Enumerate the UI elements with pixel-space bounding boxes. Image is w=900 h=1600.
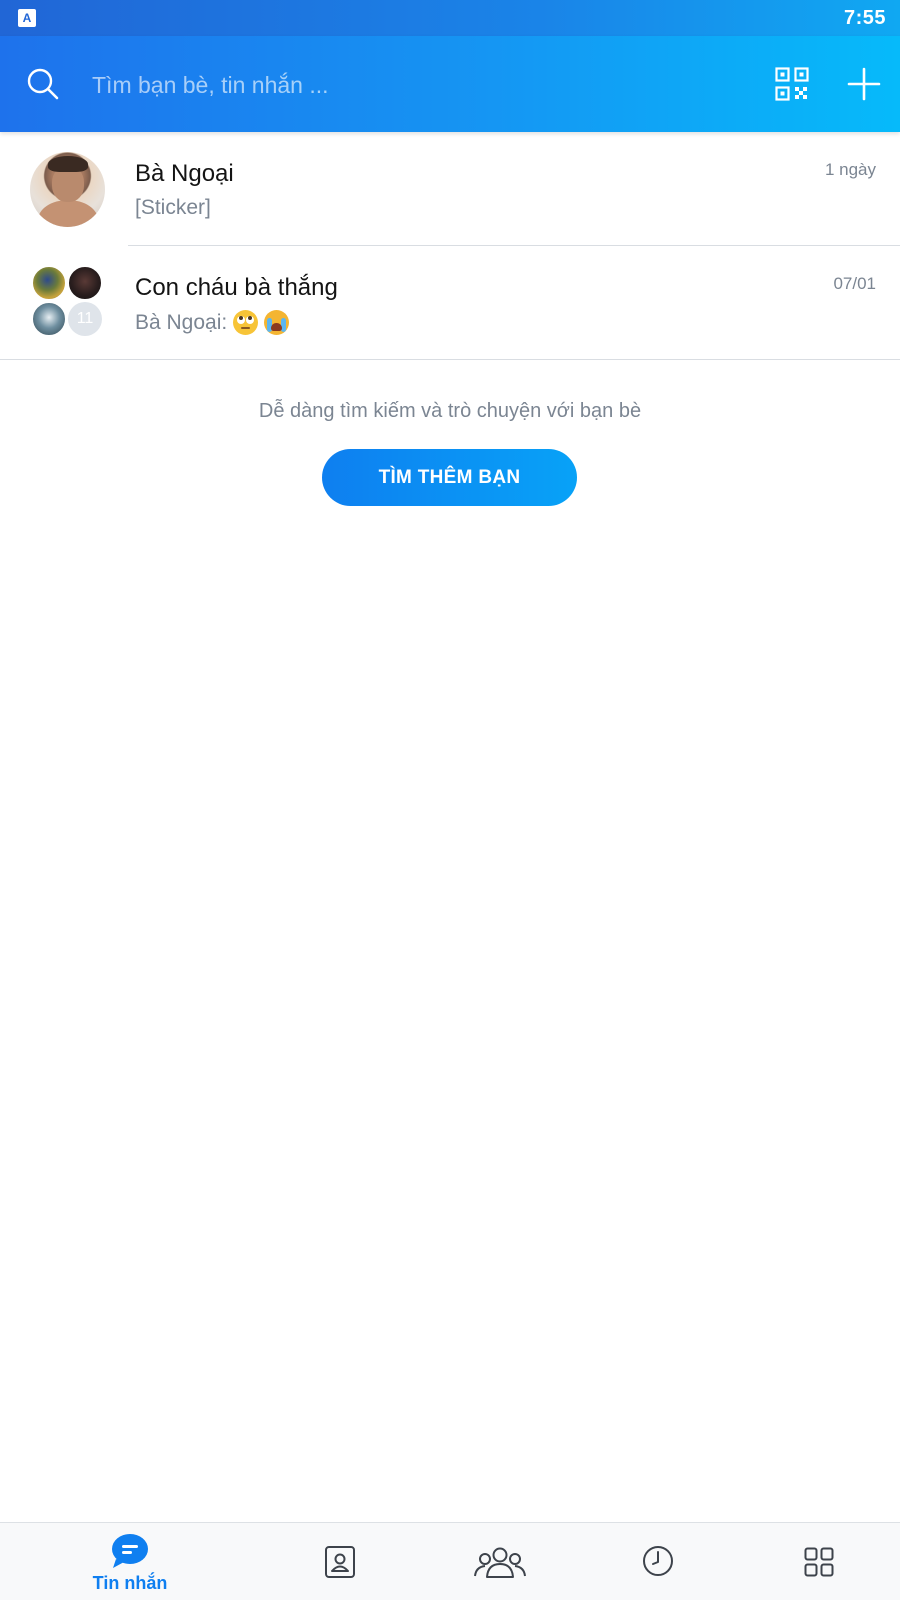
conversation-preview: Bà Ngoại: [135, 310, 290, 335]
add-icon[interactable] [846, 66, 882, 102]
more-tab[interactable] [798, 1523, 842, 1600]
crying-emoji-icon [264, 310, 290, 335]
groups-icon [474, 1547, 526, 1578]
app-header [0, 36, 900, 132]
clock-icon [643, 1546, 673, 1576]
conversation-preview: [Sticker] [135, 196, 211, 220]
conversation-time: 1 ngày [824, 160, 876, 179]
grid-menu-icon [804, 1547, 834, 1577]
search-input[interactable] [92, 66, 712, 104]
empty-hint-text: Dễ dàng tìm kiếm và trò chuyện với bạn b… [258, 400, 642, 422]
timeline-tab[interactable] [636, 1523, 680, 1600]
messages-tab-label: Tin nhắn [92, 1573, 168, 1593]
divider [0, 359, 900, 360]
conversation-time: 07/01 [833, 274, 876, 293]
conversation-preview-text: [Sticker] [135, 196, 211, 219]
avatar [30, 152, 105, 227]
member-avatar [32, 266, 66, 300]
contacts-tab[interactable] [318, 1523, 362, 1600]
find-friends-button[interactable]: TÌM THÊM BẠN [322, 449, 577, 506]
member-avatar [68, 266, 102, 300]
group-avatar: 11 [32, 266, 104, 338]
app-notification-icon: A [18, 9, 36, 27]
conversation-list: Bà Ngoại [Sticker] 1 ngày 11 Con cháu bà… [0, 132, 900, 360]
status-bar: A 7:55 [0, 0, 900, 36]
status-time: 7:55 [843, 7, 886, 29]
search-icon[interactable] [26, 67, 60, 101]
messages-tab[interactable]: Tin nhắn [80, 1523, 180, 1600]
contacts-icon [325, 1546, 355, 1578]
qr-code-icon[interactable] [775, 67, 809, 101]
conversation-preview-text: Bà Ngoại: [135, 310, 228, 334]
conversation-name: Bà Ngoại [135, 160, 234, 187]
groups-tab[interactable] [474, 1523, 526, 1600]
member-count-badge: 11 [68, 302, 102, 336]
member-avatar [32, 302, 66, 336]
conversation-name: Con cháu bà thắng [135, 274, 338, 301]
message-bubble-icon [112, 1534, 148, 1568]
rolling-eyes-emoji-icon [233, 310, 259, 335]
conversation-row[interactable]: Bà Ngoại [Sticker] 1 ngày [0, 132, 900, 246]
conversation-row[interactable]: 11 Con cháu bà thắng Bà Ngoại: 07/01 [0, 246, 900, 360]
bottom-nav: Tin nhắn [0, 1522, 900, 1600]
